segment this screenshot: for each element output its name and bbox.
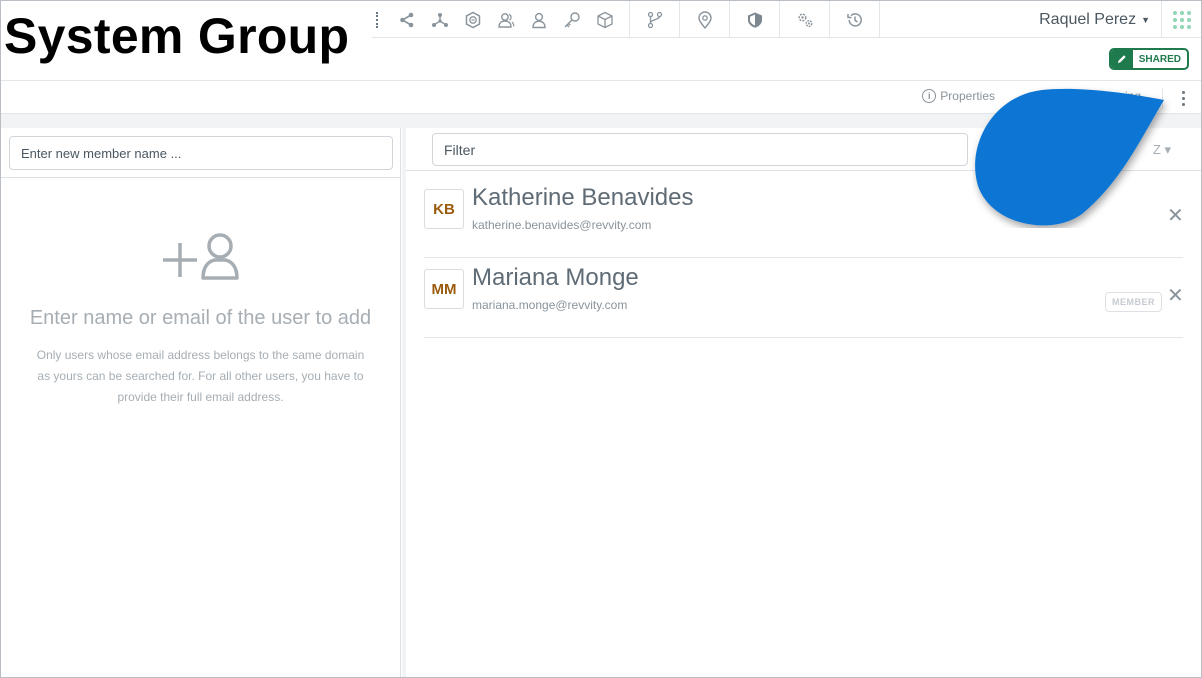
avatar: MM [424, 269, 464, 309]
location-pin-icon[interactable] [688, 2, 721, 38]
app-launcher-button[interactable] [1161, 1, 1201, 38]
toolbar-group-location [680, 1, 730, 38]
hexagon-badge-icon[interactable] [456, 2, 489, 38]
key-icon[interactable] [555, 2, 588, 38]
chevron-down-icon: ▼ [1141, 14, 1150, 25]
member-name: Mariana Monge [472, 264, 639, 291]
add-member-panel: Enter name or email of the user to add O… [1, 128, 401, 677]
top-toolbar [372, 1, 880, 38]
toolbar-group-security [730, 1, 780, 38]
share-icon[interactable] [390, 2, 423, 38]
shield-icon[interactable] [738, 2, 771, 38]
toolbar-group-history [830, 1, 880, 38]
toolbar-group-settings [780, 1, 830, 38]
more-options-icon[interactable] [1177, 87, 1189, 109]
toolbar-divider [372, 37, 1201, 38]
shared-badge[interactable]: SHARED [1108, 48, 1189, 70]
history-icon[interactable] [838, 2, 871, 38]
member-email: katherine.benavides@revvity.com [472, 218, 652, 232]
member-email: mariana.monge@revvity.com [472, 298, 628, 312]
gears-icon[interactable] [788, 2, 821, 38]
member-row[interactable]: MM Mariana Monge mariana.monge@revvity.c… [424, 258, 1184, 338]
filter-input[interactable] [432, 133, 968, 166]
users-icon[interactable] [489, 2, 522, 38]
git-branch-icon[interactable] [638, 2, 671, 38]
user-menu[interactable]: Raquel Perez ▼ [1039, 1, 1150, 38]
remove-member-button[interactable]: ✕ [1167, 286, 1184, 307]
avatar: KB [424, 189, 464, 229]
grid-dots-icon [1172, 10, 1191, 29]
empty-state: Enter name or email of the user to add O… [1, 228, 400, 408]
left-panel-divider [1, 177, 400, 178]
user-name: Raquel Perez [1039, 10, 1137, 28]
blue-teardrop-annotation [975, 88, 1164, 226]
page-title-overlay: System Group [4, 6, 360, 66]
member-name-input[interactable] [9, 136, 393, 170]
cube-icon[interactable] [588, 2, 621, 38]
user-icon[interactable] [522, 2, 555, 38]
info-icon: i [922, 89, 937, 103]
shared-badge-label: SHARED [1138, 53, 1181, 65]
member-name: Katherine Benavides [472, 184, 694, 211]
pencil-icon [1110, 50, 1133, 68]
network-icon[interactable] [423, 2, 456, 38]
role-badge[interactable]: MEMBER [1105, 292, 1162, 312]
add-user-icon [162, 233, 239, 280]
toolbar-grip[interactable] [372, 1, 382, 38]
empty-state-help: Only users whose email address belongs t… [36, 348, 365, 404]
toolbar-group-main [382, 1, 630, 38]
toolbar-group-vcs [630, 1, 680, 38]
empty-state-title: Enter name or email of the user to add [29, 307, 372, 329]
